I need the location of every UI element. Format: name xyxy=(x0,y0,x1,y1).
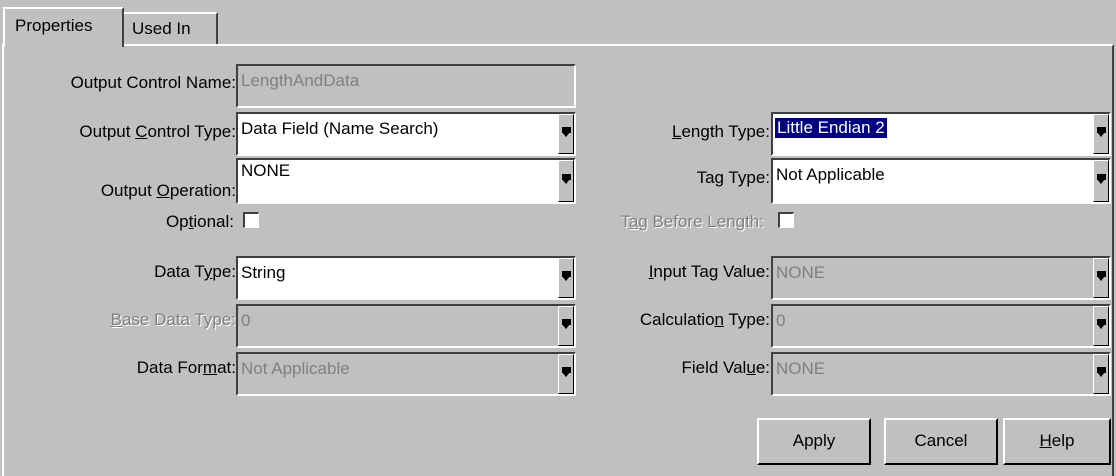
output-control-type-value: Data Field (Name Search) xyxy=(241,119,439,138)
output-control-type-select[interactable]: Data Field (Name Search) xyxy=(236,112,576,156)
data-type-value: String xyxy=(241,263,286,282)
apply-button[interactable]: Apply xyxy=(757,418,871,465)
chevron-down-icon xyxy=(562,372,570,377)
chevron-down-icon xyxy=(562,276,570,281)
data-format-dropdown-button[interactable] xyxy=(558,354,574,394)
input-tag-value-value: NONE xyxy=(776,263,826,282)
output-control-name-label: Output Control Name: xyxy=(70,73,236,92)
optional-checkbox[interactable] xyxy=(243,212,259,228)
help-button[interactable]: Help xyxy=(1003,418,1111,465)
chevron-down-icon xyxy=(1097,324,1105,329)
chevron-down-icon xyxy=(1097,276,1105,281)
chevron-down-icon xyxy=(562,324,570,329)
length-type-dropdown-button[interactable] xyxy=(1093,114,1109,154)
base-data-type-label: Base Data Type: xyxy=(110,310,236,329)
cancel-button[interactable]: Cancel xyxy=(884,418,998,465)
base-data-type-select[interactable]: 0 xyxy=(236,304,576,348)
tab-properties[interactable]: Properties xyxy=(3,7,124,47)
output-control-name-field[interactable]: LengthAndData xyxy=(236,64,576,108)
base-data-type-dropdown-button[interactable] xyxy=(558,306,574,346)
tab-used-in[interactable]: Used In xyxy=(124,12,218,44)
data-format-value: Not Applicable xyxy=(241,359,350,378)
output-operation-label: Output Operation: xyxy=(100,181,236,200)
chevron-down-icon xyxy=(1097,132,1105,137)
tab-used-in-label: Used In xyxy=(132,19,191,38)
output-operation-value: NONE xyxy=(241,161,291,180)
base-data-type-value: 0 xyxy=(241,311,251,330)
output-control-type-label: Output Control Type: xyxy=(79,122,236,141)
calculation-type-dropdown-button[interactable] xyxy=(1093,306,1109,346)
field-value-select[interactable]: NONE xyxy=(771,352,1111,396)
field-value-value: NONE xyxy=(776,359,826,378)
data-format-select[interactable]: Not Applicable xyxy=(236,352,576,396)
input-tag-value-label: Input Tag Value: xyxy=(648,262,770,281)
data-type-dropdown-button[interactable] xyxy=(558,258,574,298)
field-value-label: Field Value: xyxy=(681,358,770,377)
chevron-down-icon xyxy=(1097,179,1105,184)
data-type-label: Data Type: xyxy=(154,262,236,281)
output-operation-dropdown-button[interactable] xyxy=(558,160,574,202)
input-tag-value-select[interactable]: NONE xyxy=(771,256,1111,300)
output-control-name-value: LengthAndData xyxy=(241,71,360,90)
chevron-down-icon xyxy=(562,179,570,184)
tag-before-length-checkbox[interactable] xyxy=(778,212,794,228)
length-type-label: Length Type: xyxy=(671,122,770,141)
tag-type-label: Tag Type: xyxy=(696,168,770,187)
calculation-type-value: 0 xyxy=(776,311,786,330)
tab-properties-label: Properties xyxy=(15,16,93,35)
length-type-select[interactable]: Little Endian 2 xyxy=(771,112,1111,156)
tab-strip: Properties Used In xyxy=(0,0,1116,47)
optional-label: Optional: xyxy=(165,212,234,231)
calculation-type-select[interactable]: 0 xyxy=(771,304,1111,348)
tag-type-dropdown-button[interactable] xyxy=(1093,160,1109,202)
chevron-down-icon xyxy=(562,132,570,137)
data-type-select[interactable]: String xyxy=(236,256,576,300)
data-format-label: Data Format: xyxy=(136,358,236,377)
chevron-down-icon xyxy=(1097,372,1105,377)
tag-type-select[interactable]: Not Applicable xyxy=(771,158,1111,204)
calculation-type-label: Calculation Type: xyxy=(639,310,770,329)
tag-before-length-label: Tag Before Length: xyxy=(620,212,764,231)
input-tag-value-dropdown-button[interactable] xyxy=(1093,258,1109,298)
output-operation-select[interactable]: NONE xyxy=(236,158,576,204)
output-control-type-dropdown-button[interactable] xyxy=(558,114,574,154)
length-type-value: Little Endian 2 xyxy=(774,117,888,139)
tag-type-value: Not Applicable xyxy=(776,165,885,184)
field-value-dropdown-button[interactable] xyxy=(1093,354,1109,394)
